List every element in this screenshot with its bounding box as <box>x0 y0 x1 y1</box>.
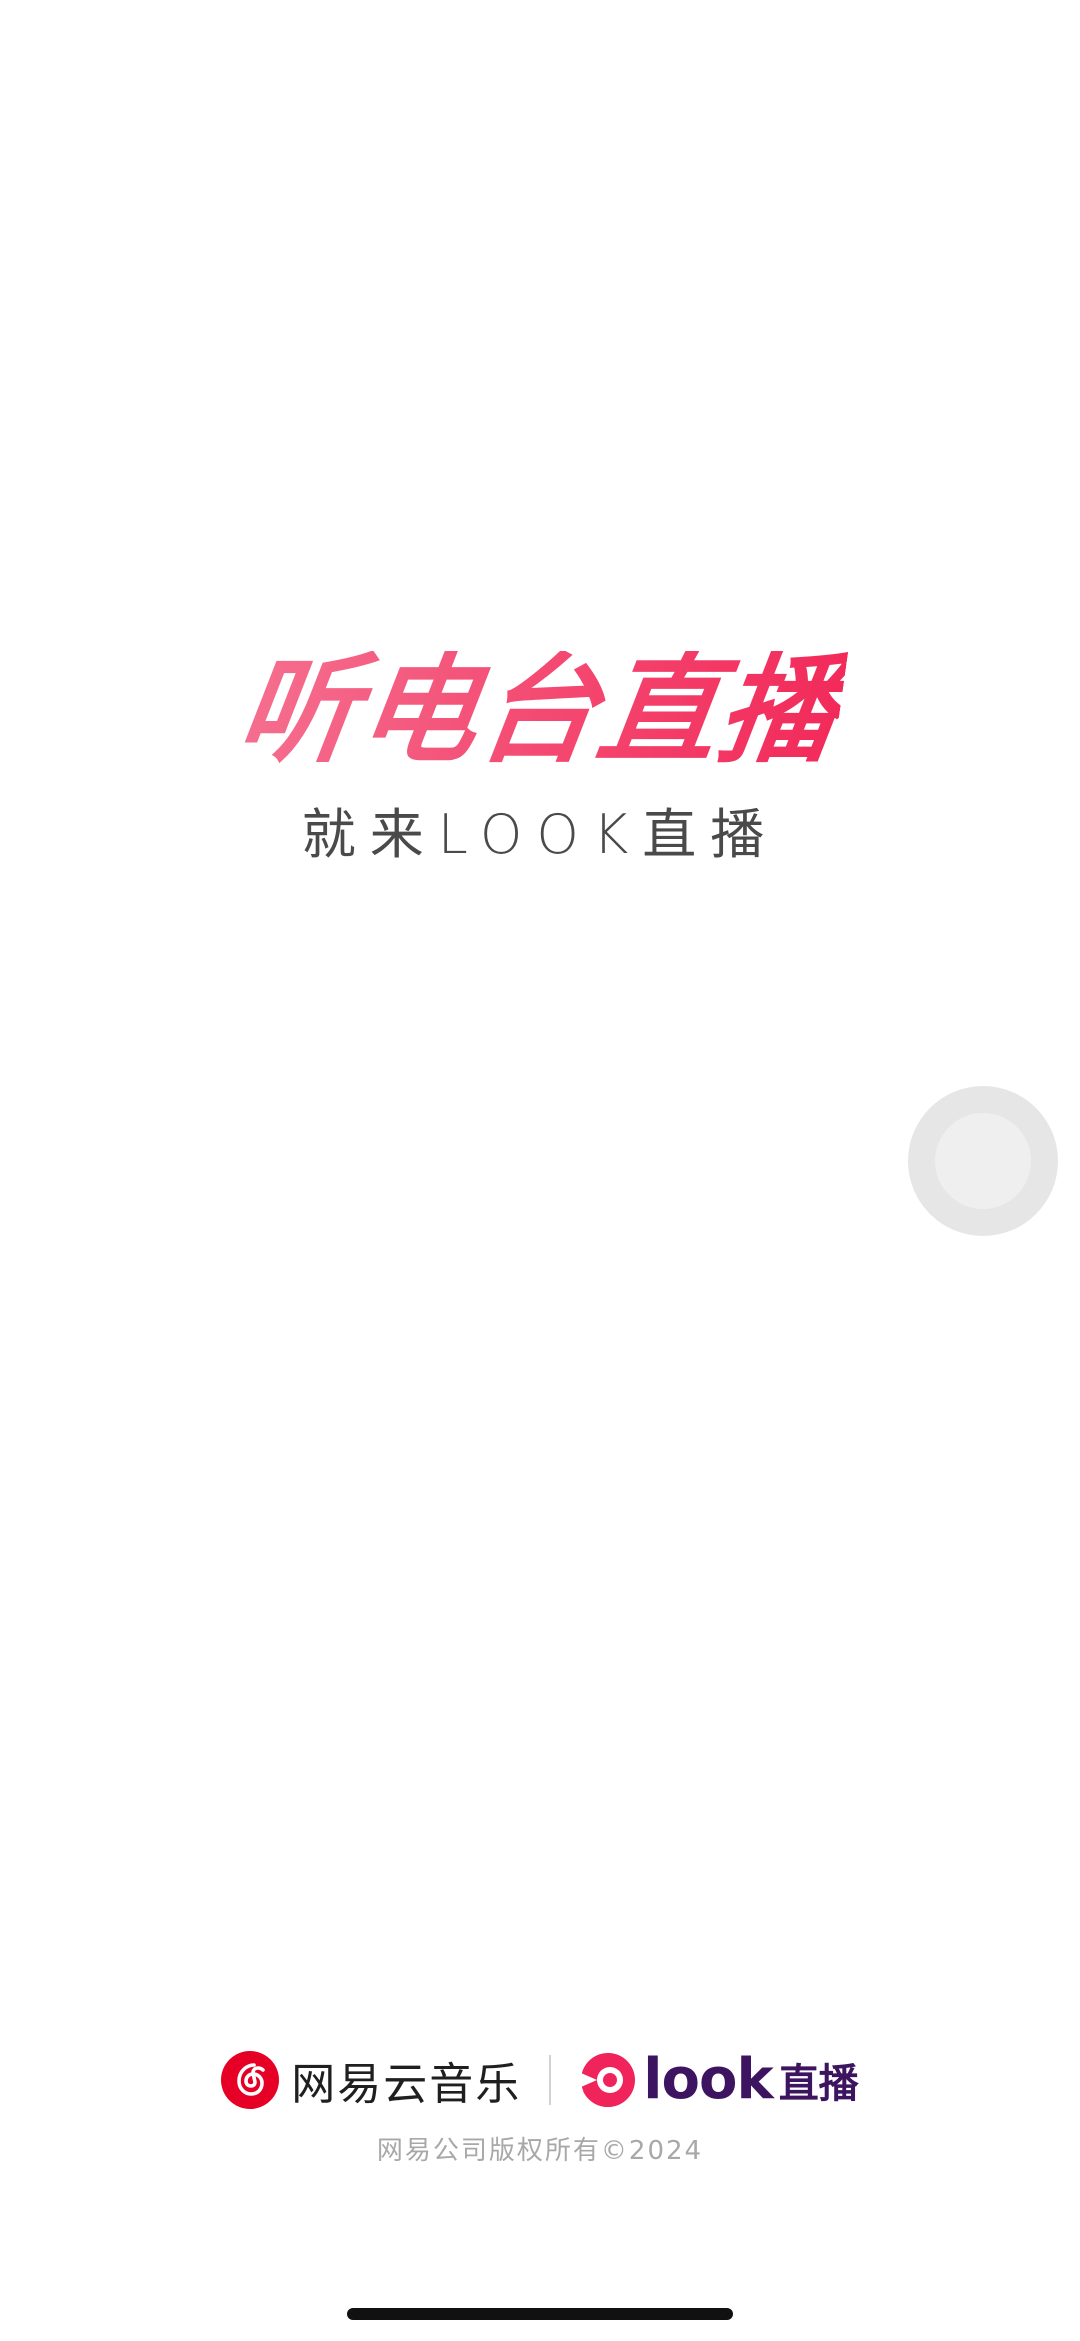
slogan: 听电台直播 <box>0 640 1080 780</box>
look-wordmark: look <box>643 2047 773 2112</box>
netease-brand: 网易云音乐 <box>221 2048 521 2112</box>
look-logo-icon <box>581 2053 636 2107</box>
netease-music-icon <box>221 2051 280 2109</box>
look-zhibo-label: 直播 <box>778 2061 859 2107</box>
netease-brand-name: 网易云音乐 <box>291 2059 522 2110</box>
look-brand: look 直播 <box>579 2047 859 2112</box>
home-indicator[interactable] <box>347 2308 733 2320</box>
slogan-subtitle: 就来LOOK直播 <box>301 803 779 866</box>
brand-bar: 网易云音乐 look 直播 <box>0 2045 1080 2115</box>
assistive-touch-button[interactable] <box>908 1086 1058 1236</box>
brand-divider <box>549 2055 552 2105</box>
assistive-touch-icon <box>935 1113 1031 1209</box>
copyright-text: 网易公司版权所有©2024 <box>376 2136 704 2166</box>
slogan-main-title: 听电台直播 <box>230 641 850 779</box>
